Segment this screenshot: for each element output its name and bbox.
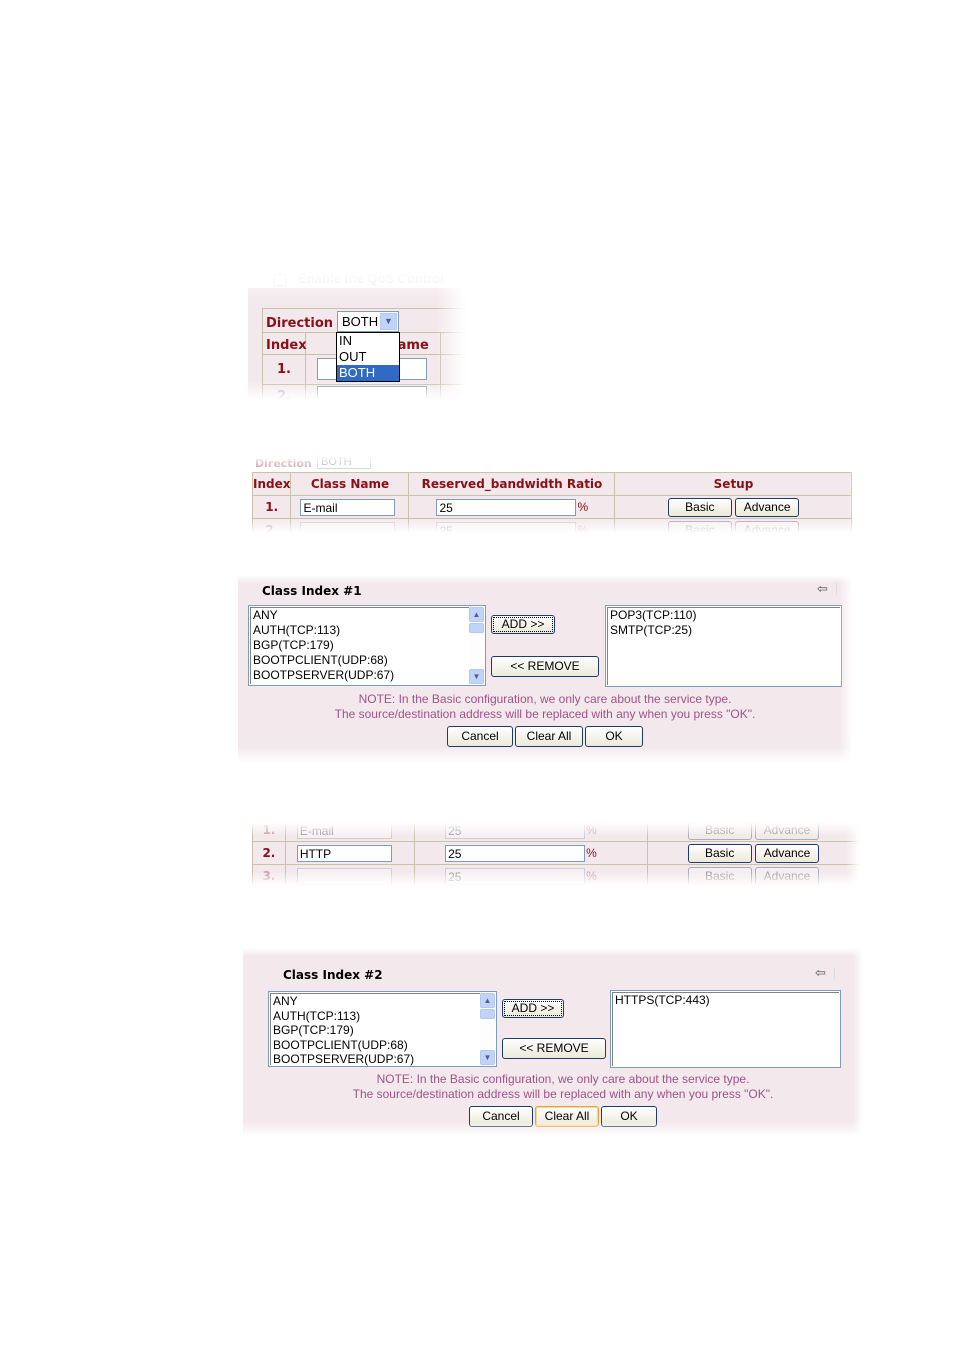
basic-button[interactable]: Basic (687, 822, 752, 840)
note-line-1: NOTE: In the Basic configuration, we onl… (376, 1072, 750, 1086)
direction-option-both[interactable]: BOTH (337, 365, 399, 381)
remove-button[interactable]: << REMOVE (502, 1038, 606, 1059)
basic-button[interactable]: Basic (667, 497, 732, 517)
table-row: 2. HTTP 25% Basic Advance (252, 841, 860, 865)
advance-button[interactable]: Advance (755, 866, 820, 886)
list-item[interactable]: ANY (251, 608, 484, 623)
class-name-input[interactable] (317, 386, 427, 400)
cancel-button[interactable]: Cancel (447, 726, 513, 747)
table-row: 1. E-mail 25% Basic Advance (252, 495, 853, 519)
list-item[interactable]: BOOTPSERVER(UDP:67) (271, 1052, 495, 1067)
available-services-list[interactable]: ANY AUTH(TCP:113) BGP(TCP:179) BOOTPCLIE… (248, 605, 486, 686)
direction-dropdown-screenshot: Enable the QoS Control Direction Index C… (248, 268, 466, 400)
advance-button[interactable]: Advance (735, 520, 800, 533)
selected-services-list[interactable]: POP3(TCP:110) SMTP(TCP:25) (605, 605, 842, 687)
basic-button[interactable]: Basic (687, 843, 752, 863)
scroll-down-icon[interactable]: ▼ (469, 669, 484, 684)
index-header: Index (266, 338, 307, 353)
add-button[interactable]: ADD >> (491, 615, 555, 634)
row-index: 2. (277, 389, 291, 400)
class-table: 1. E-mail 25% Basic Advance 2. HTTP 25% … (252, 822, 860, 886)
ratio-header: Reserved_bandwidth Ratio (408, 472, 616, 496)
clear-all-button[interactable]: Clear All (515, 726, 583, 747)
back-arrow-icon[interactable]: ⇦ (815, 965, 826, 981)
basic-button[interactable]: Basic (687, 866, 752, 886)
list-item[interactable]: AUTH(TCP:113) (251, 623, 484, 638)
panel-title: Class Index #2 (283, 968, 383, 982)
enable-qos-checkbox[interactable] (274, 274, 286, 286)
ratio-input[interactable]: 25 (445, 822, 586, 839)
direction-option-out[interactable]: OUT (337, 349, 399, 365)
direction-label: Direction (266, 316, 334, 331)
class-index-1-panel: Class Index #1 ⇦ ANY AUTH(TCP:113) BGP(T… (238, 575, 852, 763)
table-row: 1. E-mail 25% Basic Advance (252, 822, 860, 842)
ratio-input[interactable]: 25 (436, 521, 577, 533)
class-name-input[interactable]: HTTP (296, 844, 392, 862)
index-header: Index (252, 472, 292, 496)
basic-button[interactable]: Basic (667, 520, 732, 533)
scroll-thumb[interactable] (480, 1009, 495, 1019)
advance-button[interactable]: Advance (755, 843, 820, 863)
list-item[interactable]: POP3(TCP:110) (608, 608, 840, 623)
clear-all-button[interactable]: Clear All (535, 1106, 599, 1127)
remove-button[interactable]: << REMOVE (491, 656, 599, 677)
list-item[interactable]: ANY (271, 994, 495, 1009)
class-name-input[interactable]: E-mail (296, 822, 392, 839)
table-row: 3. 25% Basic Advance (252, 864, 860, 886)
advance-button[interactable]: Advance (755, 822, 820, 840)
ok-button[interactable]: OK (601, 1106, 657, 1127)
note-line-1: NOTE: In the Basic configuration, we onl… (358, 692, 732, 706)
back-arrow-icon[interactable]: ⇦ (817, 581, 828, 597)
ratio-input[interactable]: 25 (445, 867, 586, 885)
class-name-input[interactable]: E-mail (300, 498, 396, 516)
scrollbar[interactable]: ▲ ▼ (480, 993, 495, 1065)
scroll-up-icon[interactable]: ▲ (480, 993, 495, 1008)
ratio-input[interactable]: 25 (436, 498, 577, 516)
note-line-2: The source/destination address will be r… (352, 1087, 774, 1101)
scroll-up-icon[interactable]: ▲ (469, 607, 484, 622)
panel-title: Class Index #1 (262, 584, 362, 598)
advance-button[interactable]: Advance (735, 497, 800, 517)
scroll-down-icon[interactable]: ▼ (480, 1050, 495, 1065)
available-services-list[interactable]: ANY AUTH(TCP:113) BGP(TCP:179) BOOTPCLIE… (268, 991, 497, 1067)
list-item[interactable]: BGP(TCP:179) (251, 638, 484, 653)
add-button[interactable]: ADD >> (502, 999, 564, 1018)
chevron-down-icon[interactable]: ▼ (380, 313, 397, 330)
direction-select[interactable]: BOTH (317, 455, 371, 469)
class-table-screenshot: Direction BOTH Index Class Name Reserved… (252, 455, 866, 533)
direction-options: IN OUT BOTH (336, 332, 400, 382)
class-name-input[interactable] (296, 867, 392, 885)
list-item[interactable]: SMTP(TCP:25) (608, 623, 840, 638)
list-item[interactable]: BOOTPCLIENT(UDP:68) (251, 653, 484, 668)
list-item[interactable]: AUTH(TCP:113) (271, 1009, 495, 1024)
scroll-thumb[interactable] (469, 623, 484, 633)
class-table-screenshot-2: 1. E-mail 25% Basic Advance 2. HTTP 25% … (252, 822, 860, 886)
selected-services-list[interactable]: HTTPS(TCP:443) (610, 990, 841, 1068)
ok-button[interactable]: OK (585, 726, 643, 747)
list-item[interactable]: BOOTPCLIENT(UDP:68) (271, 1038, 495, 1053)
class-table: Index Class Name Reserved_bandwidth Rati… (252, 472, 853, 533)
enable-qos-label: Enable the QoS Control (298, 271, 444, 286)
list-item[interactable]: HTTPS(TCP:443) (613, 993, 839, 1008)
class-name-input[interactable] (300, 521, 396, 533)
note-line-2: The source/destination address will be r… (334, 707, 756, 721)
direction-label: Direction (255, 457, 312, 470)
scrollbar[interactable]: ▲ ▼ (469, 607, 484, 684)
cancel-button[interactable]: Cancel (469, 1106, 533, 1127)
ratio-input[interactable]: 25 (445, 844, 586, 862)
setup-header: Setup (614, 472, 853, 496)
direction-option-in[interactable]: IN (337, 333, 399, 349)
class-name-header: Class Name (290, 472, 410, 496)
class-index-2-panel: Class Index #2 ⇦ ANY AUTH(TCP:113) BGP(T… (243, 948, 863, 1136)
list-item[interactable]: BGP(TCP:179) (271, 1023, 495, 1038)
direction-select[interactable]: BOTH ▼ (337, 311, 399, 332)
list-item[interactable]: BOOTPSERVER(UDP:67) (251, 668, 484, 683)
table-row: 2. 25% Basic Advance (252, 518, 853, 533)
row-index: 1. (277, 362, 291, 377)
